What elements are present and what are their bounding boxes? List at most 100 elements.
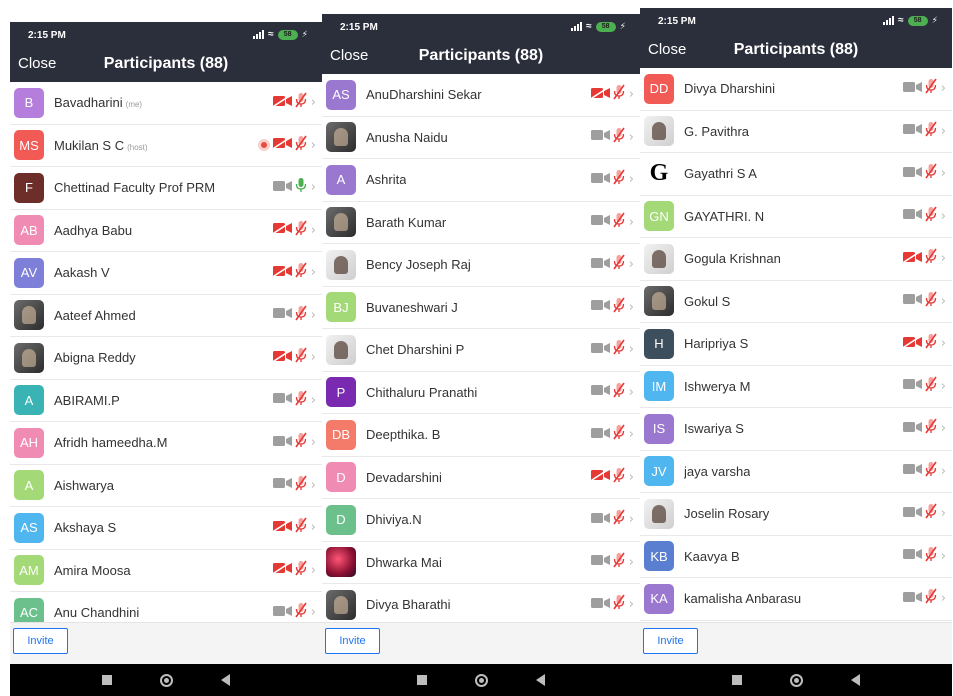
participant-row[interactable]: DB Deepthika. B ›: [322, 414, 640, 457]
chevron-right-icon[interactable]: ›: [311, 435, 316, 450]
participant-row[interactable]: KB Kaavya B ›: [640, 536, 952, 578]
participant-row[interactable]: P Chithaluru Pranathi ›: [322, 372, 640, 414]
close-button[interactable]: Close: [16, 55, 58, 72]
participant-role: (host): [127, 142, 148, 152]
chevron-right-icon[interactable]: ›: [629, 87, 634, 102]
participant-row[interactable]: Gokul S ›: [640, 281, 952, 323]
recents-nav-icon[interactable]: [102, 675, 112, 685]
chevron-right-icon[interactable]: ›: [311, 308, 316, 323]
chevron-right-icon[interactable]: ›: [941, 379, 946, 394]
recents-nav-icon[interactable]: [417, 675, 427, 685]
participants-list[interactable]: B Bavadharini (me) › MS Mukilan S C (host) › F Ch…: [10, 82, 322, 635]
video-on-icon: [590, 298, 610, 316]
participant-row[interactable]: AB Aadhya Babu ›: [10, 210, 322, 252]
participant-row[interactable]: A Ashrita ›: [322, 159, 640, 202]
chevron-right-icon[interactable]: ›: [941, 251, 946, 266]
participant-row[interactable]: GN GAYATHRI. N ›: [640, 196, 952, 238]
participant-row[interactable]: DD Divya Dharshini ›: [640, 68, 952, 111]
chevron-right-icon[interactable]: ›: [629, 555, 634, 570]
chevron-right-icon[interactable]: ›: [311, 265, 316, 280]
participant-row[interactable]: H Haripriya S ›: [640, 323, 952, 366]
chevron-right-icon[interactable]: ›: [311, 563, 316, 578]
chevron-right-icon[interactable]: ›: [941, 124, 946, 139]
participant-row[interactable]: D Dhiviya.N ›: [322, 499, 640, 542]
participant-row[interactable]: Divya Bharathi ›: [322, 584, 640, 627]
chevron-right-icon[interactable]: ›: [941, 506, 946, 521]
home-nav-icon[interactable]: [790, 673, 803, 687]
participant-row[interactable]: F Chettinad Faculty Prof PRM ›: [10, 167, 322, 210]
chevron-right-icon[interactable]: ›: [941, 336, 946, 351]
chevron-right-icon[interactable]: ›: [941, 464, 946, 479]
chevron-right-icon[interactable]: ›: [629, 257, 634, 272]
invite-button[interactable]: Invite: [13, 628, 68, 654]
chevron-right-icon[interactable]: ›: [629, 130, 634, 145]
participant-row[interactable]: A ABIRAMI.P ›: [10, 380, 322, 422]
avatar-initials: H: [654, 336, 664, 352]
back-nav-icon[interactable]: [536, 674, 545, 686]
participant-row[interactable]: Barath Kumar ›: [322, 202, 640, 244]
chevron-right-icon[interactable]: ›: [629, 470, 634, 485]
participant-row[interactable]: Anusha Naidu ›: [322, 117, 640, 159]
chevron-right-icon[interactable]: ›: [311, 95, 316, 110]
recents-nav-icon[interactable]: [732, 675, 742, 685]
chevron-right-icon[interactable]: ›: [629, 512, 634, 527]
chevron-right-icon[interactable]: ›: [629, 427, 634, 442]
chevron-right-icon[interactable]: ›: [629, 385, 634, 400]
home-nav-icon[interactable]: [475, 673, 488, 687]
participant-row[interactable]: JV jaya varsha ›: [640, 451, 952, 493]
chevron-right-icon[interactable]: ›: [311, 605, 316, 620]
battery-icon: 58: [277, 29, 298, 40]
participant-row[interactable]: A Aishwarya ›: [10, 465, 322, 507]
participant-row[interactable]: MS Mukilan S C (host) ›: [10, 125, 322, 167]
participant-row[interactable]: Chet Dharshini P ›: [322, 329, 640, 372]
home-nav-icon[interactable]: [160, 673, 173, 687]
chevron-right-icon[interactable]: ›: [941, 421, 946, 436]
back-nav-icon[interactable]: [851, 674, 860, 686]
participants-list[interactable]: AS AnuDharshini Sekar › Anusha Naidu › A Ashri…: [322, 74, 640, 627]
participant-row[interactable]: G. Pavithra ›: [640, 111, 952, 153]
chevron-right-icon[interactable]: ›: [311, 350, 316, 365]
chevron-right-icon[interactable]: ›: [941, 591, 946, 606]
participant-row[interactable]: Dhwarka Mai ›: [322, 542, 640, 584]
participant-row[interactable]: Abigna Reddy ›: [10, 337, 322, 380]
participant-row[interactable]: B Bavadharini (me) ›: [10, 82, 322, 125]
chevron-right-icon[interactable]: ›: [311, 393, 316, 408]
chevron-right-icon[interactable]: ›: [311, 138, 316, 153]
chevron-right-icon[interactable]: ›: [941, 209, 946, 224]
participant-row[interactable]: KA kamalisha Anbarasu ›: [640, 578, 952, 621]
participant-row[interactable]: AS AnuDharshini Sekar ›: [322, 74, 640, 117]
chevron-right-icon[interactable]: ›: [629, 215, 634, 230]
chevron-right-icon[interactable]: ›: [311, 520, 316, 535]
close-button[interactable]: Close: [646, 41, 688, 58]
invite-button[interactable]: Invite: [325, 628, 380, 654]
chevron-right-icon[interactable]: ›: [941, 549, 946, 564]
participants-list[interactable]: DD Divya Dharshini › G. Pavithra › G Gayathri …: [640, 68, 952, 621]
invite-button[interactable]: Invite: [643, 628, 698, 654]
participant-row[interactable]: IS Iswariya S ›: [640, 408, 952, 451]
participant-row[interactable]: Bency Joseph Raj ›: [322, 244, 640, 287]
participant-row[interactable]: AH Afridh hameedha.M ›: [10, 422, 322, 465]
participant-row[interactable]: Gogula Krishnan ›: [640, 238, 952, 281]
chevron-right-icon[interactable]: ›: [629, 597, 634, 612]
close-button[interactable]: Close: [328, 47, 370, 64]
participant-row[interactable]: AM Amira Moosa ›: [10, 550, 322, 592]
chevron-right-icon[interactable]: ›: [629, 342, 634, 357]
chevron-right-icon[interactable]: ›: [941, 166, 946, 181]
participant-row[interactable]: Joselin Rosary ›: [640, 493, 952, 536]
back-nav-icon[interactable]: [221, 674, 230, 686]
participant-row[interactable]: Aateef Ahmed ›: [10, 295, 322, 337]
participant-row[interactable]: AV Aakash V ›: [10, 252, 322, 295]
participant-row[interactable]: G Gayathri S A ›: [640, 153, 952, 196]
participant-row[interactable]: IM Ishwerya M ›: [640, 366, 952, 408]
chevron-right-icon[interactable]: ›: [629, 300, 634, 315]
participant-row[interactable]: AS Akshaya S ›: [10, 507, 322, 550]
chevron-right-icon[interactable]: ›: [311, 223, 316, 238]
participant-row[interactable]: BJ Buvaneshwari J ›: [322, 287, 640, 329]
chevron-right-icon[interactable]: ›: [311, 478, 316, 493]
chevron-right-icon[interactable]: ›: [941, 81, 946, 96]
chevron-right-icon[interactable]: ›: [941, 294, 946, 309]
participant-row[interactable]: D Devadarshini ›: [322, 457, 640, 499]
chevron-right-icon[interactable]: ›: [629, 172, 634, 187]
participants-header: Close Participants (88): [640, 34, 952, 68]
chevron-right-icon[interactable]: ›: [311, 180, 316, 195]
